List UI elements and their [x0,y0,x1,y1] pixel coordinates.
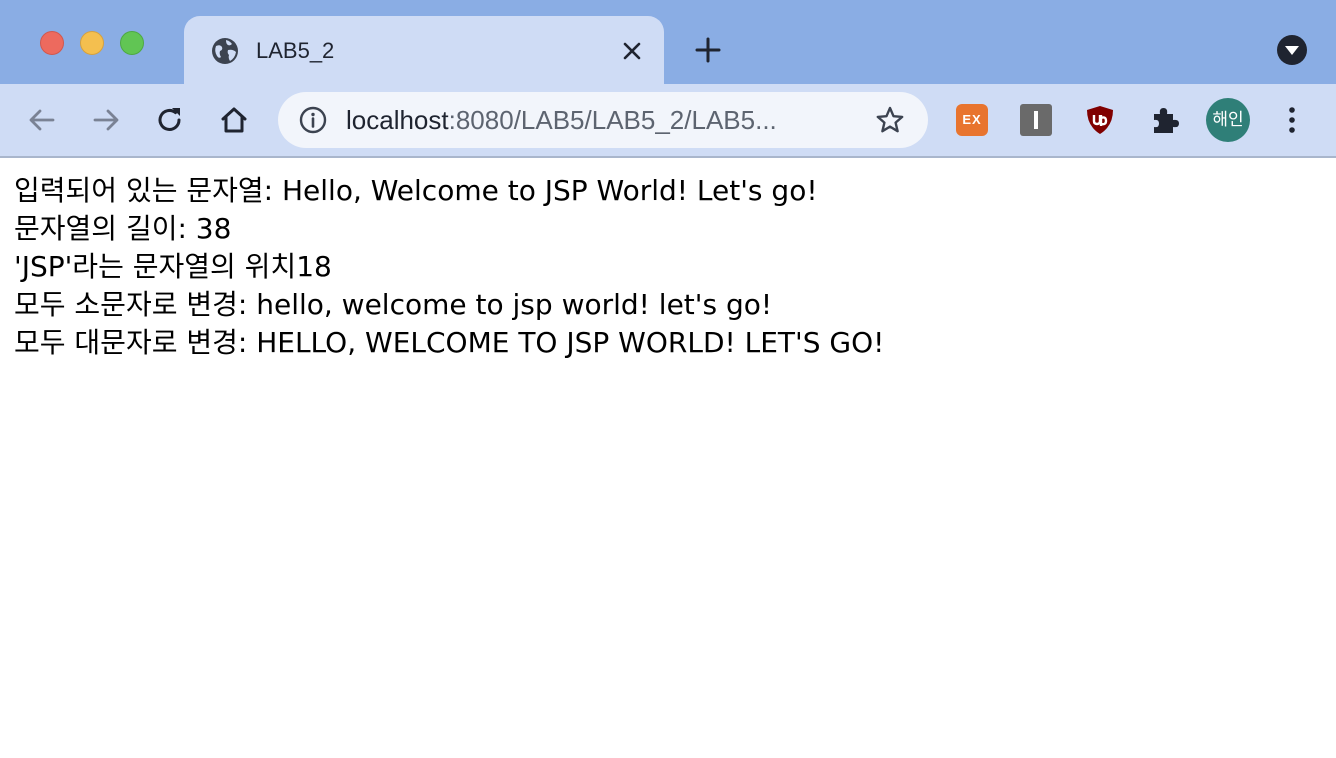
tab-search-chevron-icon[interactable] [1276,34,1308,66]
url-path: :8080/LAB5/LAB5_2/LAB5... [448,105,777,135]
address-bar[interactable]: localhost:8080/LAB5/LAB5_2/LAB5... [278,92,928,148]
home-icon[interactable] [218,104,250,136]
reload-icon[interactable] [154,104,186,136]
jsp-index-line: 'JSP'라는 문자열의 위치18 [14,250,332,283]
bookmark-star-icon[interactable] [874,104,906,136]
info-icon[interactable] [298,105,328,135]
close-window-button[interactable] [40,31,64,55]
page-content: 입력되어 있는 문자열: Hello, Welcome to JSP World… [14,172,1314,362]
minimize-window-button[interactable] [80,31,104,55]
more-menu-icon[interactable] [1276,104,1308,136]
arrow-right-icon[interactable] [90,104,122,136]
uppercase-line: 모두 대문자로 변경: HELLO, WELCOME TO JSP WORLD!… [14,326,885,359]
close-icon[interactable] [618,37,646,65]
tab-strip: LAB5_2 [0,0,1336,84]
tab-lab5-2[interactable]: LAB5_2 [184,16,664,84]
url-host: localhost [346,105,449,135]
lowercase-line: 모두 소문자로 변경: hello, welcome to jsp world!… [14,288,773,321]
string-length-line: 문자열의 길이: 38 [14,212,232,245]
browser-window: LAB5_2 localhost:8080/LAB5/LAB5_2/LAB5..… [0,0,1336,758]
arrow-left-icon[interactable] [26,104,58,136]
profile-avatar[interactable]: 해인 [1206,98,1250,142]
browser-toolbar: localhost:8080/LAB5/LAB5_2/LAB5... EX 해인 [0,84,1336,158]
ublock-shield-icon[interactable] [1084,104,1116,136]
bar-extension-icon[interactable] [1020,104,1052,136]
tab-title: LAB5_2 [256,38,335,63]
input-string-line: 입력되어 있는 문자열: Hello, Welcome to JSP World… [14,174,818,207]
new-tab-plus-icon[interactable] [692,34,724,66]
globe-icon [210,36,240,66]
ex-extension-icon[interactable]: EX [956,104,988,136]
zoom-window-button[interactable] [120,31,144,55]
address-url[interactable]: localhost:8080/LAB5/LAB5_2/LAB5... [346,104,777,136]
extensions-puzzle-icon[interactable] [1148,104,1180,136]
